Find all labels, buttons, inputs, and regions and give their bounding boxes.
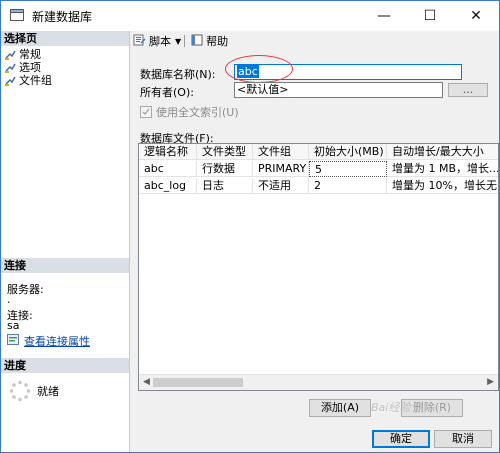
page-icon — [5, 49, 16, 60]
logical-name-cell[interactable]: abc — [139, 161, 197, 177]
page-item-filegroups[interactable]: 文件组 — [5, 73, 52, 87]
help-icon — [191, 34, 203, 49]
column-header[interactable]: 逻辑名称 — [139, 144, 197, 160]
fulltext-checkbox[interactable]: 使用全文索引(U) — [140, 104, 239, 120]
script-menu-button[interactable]: 脚本 ▼ — [133, 33, 181, 49]
progress-header: 进度 — [1, 358, 129, 373]
browse-owner-button[interactable]: ... — [448, 83, 488, 97]
window-title: 新建数据库 — [32, 10, 93, 24]
properties-icon — [7, 334, 19, 348]
help-label: 帮助 — [206, 35, 229, 48]
table-row[interactable]: abc 行数据 PRIMARY 5 增量为 1 MB，增长... — [139, 161, 498, 177]
page-item-label: 文件组 — [19, 74, 52, 87]
column-header[interactable]: 文件类型 — [197, 144, 253, 160]
owner-input[interactable]: <默认值> — [234, 82, 443, 98]
cancel-button[interactable]: 取消 — [434, 430, 492, 448]
script-label: 脚本 — [149, 35, 171, 48]
title-bar: 新建数据库 — ☐ ✕ — [1, 1, 499, 31]
initial-size-cell[interactable]: 5 — [309, 161, 387, 177]
progress-spinner-icon — [9, 380, 31, 405]
fulltext-label: 使用全文索引(U) — [156, 106, 239, 119]
file-type-cell: 行数据 — [197, 161, 253, 177]
owner-label: 所有者(O): — [140, 86, 194, 99]
horizontal-scrollbar[interactable]: ◀ ▶ — [139, 374, 498, 390]
file-type-cell: 日志 — [197, 178, 253, 194]
server-label: 服务器: — [7, 283, 44, 296]
view-connection-properties-link[interactable]: 查看连接属性 — [24, 333, 90, 349]
page-icon — [5, 62, 16, 73]
owner-value: <默认值> — [237, 83, 289, 96]
connection-header: 连接 — [1, 258, 129, 273]
ok-button[interactable]: 确定 — [372, 430, 430, 448]
toolbar: 脚本 ▼ 帮助 — [130, 31, 499, 51]
highlight-annotation — [225, 55, 293, 83]
minimize-button[interactable]: — — [361, 1, 407, 31]
database-icon — [10, 9, 24, 21]
dropdown-arrow-icon: ▼ — [175, 36, 182, 46]
select-page-header: 选择页 — [1, 31, 129, 46]
autogrowth-cell[interactable]: 增量为 10%，增长无... — [387, 178, 498, 194]
db-name-label: 数据库名称(N): — [140, 68, 216, 81]
page-icon — [5, 75, 16, 86]
left-panel: 选择页 常规 选项 文件组 连接 服务器: . 连接: sa 查看连接属性 进度… — [1, 31, 130, 452]
add-button[interactable]: 添加(A) — [309, 399, 371, 417]
checkbox-icon — [140, 106, 152, 118]
script-icon — [133, 34, 146, 49]
toolbar-separator — [184, 35, 186, 47]
help-button[interactable]: 帮助 — [191, 33, 228, 49]
scroll-left-icon[interactable]: ◀ — [143, 377, 150, 387]
autogrowth-cell[interactable]: 增量为 1 MB，增长... — [387, 161, 498, 177]
connection-value: sa — [7, 319, 20, 332]
column-header[interactable]: 初始大小(MB) — [309, 144, 387, 160]
initial-size-cell[interactable]: 2 — [309, 178, 387, 194]
close-button[interactable]: ✕ — [453, 1, 499, 31]
view-connection-properties[interactable]: 查看连接属性 — [7, 333, 90, 349]
table-row[interactable]: abc_log 日志 不适用 2 增量为 10%，增长无... — [139, 178, 498, 194]
table-header-row: 逻辑名称 文件类型 文件组 初始大小(MB) 自动增长/最大大小 — [139, 144, 498, 160]
filegroup-cell[interactable]: 不适用 — [253, 178, 309, 194]
logical-name-cell[interactable]: abc_log — [139, 178, 197, 194]
column-header[interactable]: 文件组 — [253, 144, 309, 160]
server-value: . — [7, 293, 11, 306]
database-files-table[interactable]: 逻辑名称 文件类型 文件组 初始大小(MB) 自动增长/最大大小 abc 行数据… — [138, 143, 499, 391]
new-database-dialog: 新建数据库 — ☐ ✕ 选择页 常规 选项 文件组 连接 服务器: . 连接: — [0, 0, 500, 453]
maximize-button[interactable]: ☐ — [407, 1, 453, 31]
filegroup-cell[interactable]: PRIMARY — [253, 161, 309, 177]
scroll-thumb[interactable] — [153, 378, 243, 387]
scroll-right-icon[interactable]: ▶ — [487, 377, 494, 387]
watermark: Bai经验 — [371, 401, 411, 414]
column-header[interactable]: 自动增长/最大大小 — [387, 144, 498, 160]
progress-status: 就绪 — [37, 385, 59, 398]
